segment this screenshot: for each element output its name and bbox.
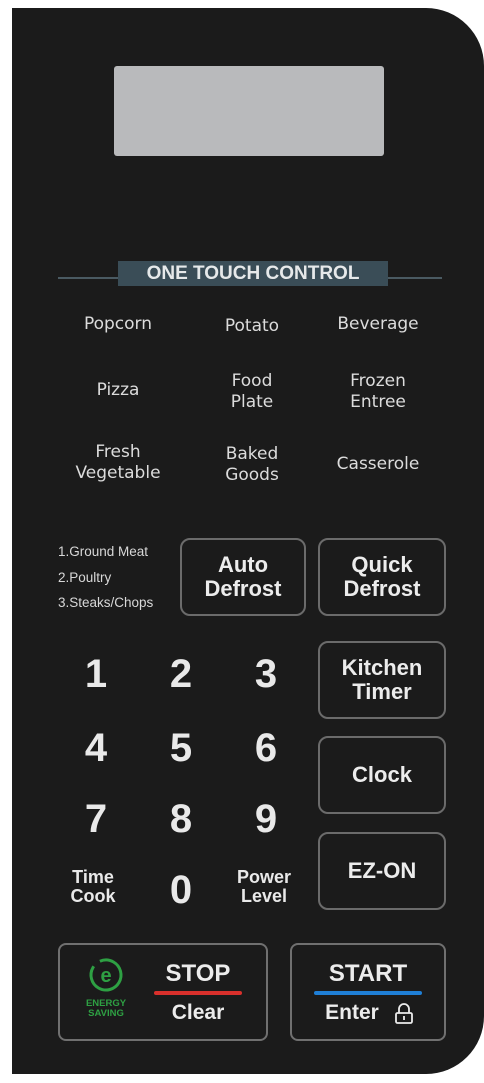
beverage-button[interactable]: Beverage	[318, 314, 438, 335]
key-6[interactable]: 6	[246, 728, 286, 768]
defrost-option-steaks-chops: 3.Steaks/Chops	[58, 595, 154, 610]
clear-label: Clear	[171, 1001, 225, 1024]
one-touch-title: ONE TOUCH CONTROL	[118, 261, 388, 286]
key-5[interactable]: 5	[161, 728, 201, 768]
casserole-button[interactable]: Casserole	[318, 454, 438, 475]
defrost-option-ground-meat: 1.Ground Meat	[58, 544, 149, 559]
kitchen-timer-button[interactable]: Kitchen Timer	[318, 641, 446, 719]
svg-text:e: e	[100, 965, 111, 987]
popcorn-button[interactable]: Popcorn	[62, 314, 174, 335]
energy-saving-label: ENERGY SAVING	[85, 998, 127, 1019]
control-panel: ONE TOUCH CONTROL Popcorn Potato Beverag…	[12, 8, 484, 1074]
key-9[interactable]: 9	[246, 799, 286, 839]
time-cook-button[interactable]: Time Cook	[56, 868, 130, 906]
frozen-entree-button[interactable]: Frozen Entree	[318, 371, 438, 413]
key-4[interactable]: 4	[76, 728, 116, 768]
lcd-display	[114, 66, 384, 156]
potato-button[interactable]: Potato	[200, 316, 304, 337]
energy-saving-icon: e	[89, 958, 123, 992]
enter-label: Enter	[325, 1001, 379, 1024]
key-0[interactable]: 0	[161, 870, 201, 910]
defrost-option-poultry: 2.Poultry	[58, 569, 112, 585]
auto-defrost-options: 1.Ground Meat 2.Poultry 3.Steaks/Chops	[58, 539, 153, 616]
start-enter-button[interactable]: START Enter	[290, 943, 446, 1041]
baked-goods-button[interactable]: Baked Goods	[200, 444, 304, 486]
start-blue-bar	[314, 991, 422, 995]
key-3[interactable]: 3	[246, 654, 286, 694]
stop-clear-button[interactable]: e ENERGY SAVING STOP Clear	[58, 943, 268, 1041]
stop-label: STOP	[165, 960, 231, 987]
key-1[interactable]: 1	[76, 654, 116, 694]
start-label: START	[328, 960, 408, 987]
power-level-button[interactable]: Power Level	[224, 868, 304, 906]
pizza-button[interactable]: Pizza	[62, 380, 174, 401]
stop-red-bar	[154, 991, 242, 995]
lock-icon	[395, 1003, 413, 1024]
fresh-vegetable-button[interactable]: Fresh Vegetable	[60, 442, 176, 484]
auto-defrost-button[interactable]: Auto Defrost	[180, 538, 306, 616]
quick-defrost-button[interactable]: Quick Defrost	[318, 538, 446, 616]
food-plate-button[interactable]: Food Plate	[200, 371, 304, 413]
key-2[interactable]: 2	[161, 654, 201, 694]
ez-on-button[interactable]: EZ-ON	[318, 832, 446, 910]
clock-button[interactable]: Clock	[318, 736, 446, 814]
key-7[interactable]: 7	[76, 799, 116, 839]
key-8[interactable]: 8	[161, 799, 201, 839]
